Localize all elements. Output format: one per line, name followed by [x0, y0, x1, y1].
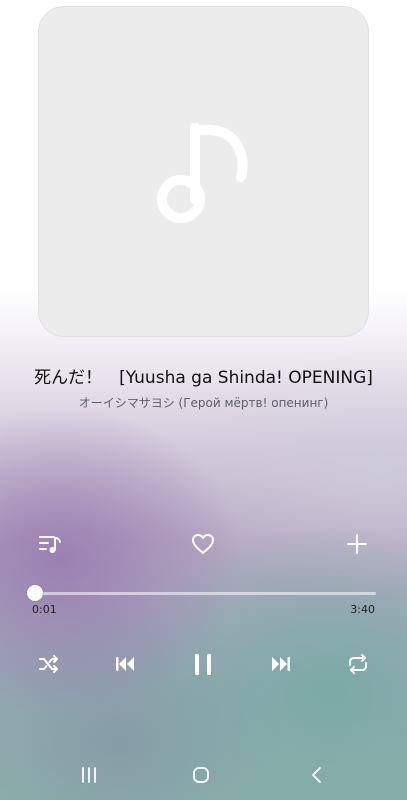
total-time: 3:40: [350, 603, 375, 616]
pause-icon[interactable]: [191, 652, 215, 677]
album-art: [38, 6, 369, 337]
song-artist[interactable]: オーイシマサヨシ (Герой мёртв! опенинг): [0, 394, 407, 411]
repeat-icon[interactable]: [346, 653, 370, 675]
playlist-icon[interactable]: [37, 532, 63, 556]
plus-icon[interactable]: [346, 533, 368, 555]
skip-next-icon[interactable]: [270, 655, 292, 673]
home-icon[interactable]: [192, 766, 210, 784]
song-title: 死んだ！ [Yuusha ga Shinda! OPENING]: [34, 368, 373, 388]
back-icon[interactable]: [309, 766, 325, 784]
recents-icon[interactable]: [80, 766, 98, 784]
progress-thumb[interactable]: [26, 585, 43, 601]
heart-icon[interactable]: [191, 533, 215, 555]
skip-previous-icon[interactable]: [114, 655, 136, 673]
music-note-icon: [157, 123, 248, 223]
elapsed-time: 0:01: [32, 603, 57, 616]
shuffle-icon[interactable]: [38, 654, 60, 674]
progress-bar[interactable]: [26, 585, 376, 601]
